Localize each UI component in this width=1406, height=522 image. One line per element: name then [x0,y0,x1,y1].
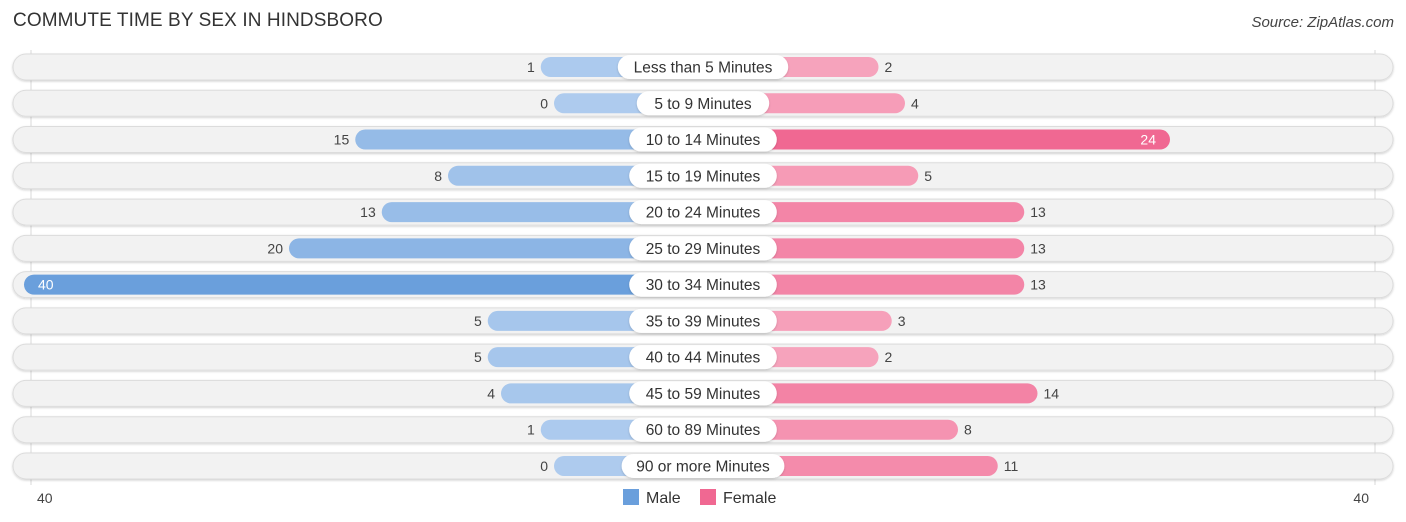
female-value-label: 13 [1030,204,1046,220]
category-label: 25 to 29 Minutes [646,241,761,258]
female-value-label: 24 [1140,132,1156,148]
male-value-label: 15 [334,132,350,148]
category-label: 60 to 89 Minutes [646,422,761,439]
female-value-label: 11 [1004,458,1019,474]
category-label: 10 to 14 Minutes [646,132,761,149]
category-label: 45 to 59 Minutes [646,386,761,403]
category-label: 5 to 9 Minutes [654,96,752,113]
axis-right-max-label: 40 [1353,490,1369,506]
female-value-label: 13 [1030,240,1046,256]
male-value-label: 4 [487,385,495,401]
category-label: 30 to 34 Minutes [646,277,761,294]
female-value-label: 4 [911,95,919,111]
female-value-label: 2 [885,349,893,365]
legend-male-label: Male [646,490,681,507]
male-bar[interactable] [24,274,703,295]
male-value-label: 5 [474,349,482,365]
male-value-label: 8 [434,168,442,184]
category-label: 35 to 39 Minutes [646,313,761,330]
male-value-label: 5 [474,313,482,329]
female-value-label: 13 [1030,277,1046,293]
category-label: 40 to 44 Minutes [646,350,761,367]
female-value-label: 2 [885,59,893,75]
legend-male-swatch [623,489,639,505]
female-value-label: 14 [1044,385,1060,401]
male-value-label: 1 [527,59,535,75]
legend-female-label: Female [723,490,776,507]
female-value-label: 8 [964,422,972,438]
male-value-label: 40 [38,277,54,293]
axis-left-max-label: 40 [37,490,53,506]
category-label: Less than 5 Minutes [634,60,773,77]
category-label: 90 or more Minutes [636,458,770,475]
male-value-label: 20 [267,240,283,256]
female-value-label: 3 [898,313,906,329]
diverging-bar-chart: Less than 5 Minutes 1 2 5 to 9 Minutes 0 4 10 … [12,50,1394,507]
male-value-label: 0 [540,458,548,474]
category-label: 15 to 19 Minutes [646,168,761,185]
female-value-label: 5 [924,168,932,184]
legend-female-swatch [700,489,716,505]
male-value-label: 0 [540,95,548,111]
male-value-label: 1 [527,422,535,438]
male-value-label: 13 [360,204,376,220]
category-label: 20 to 24 Minutes [646,205,761,222]
